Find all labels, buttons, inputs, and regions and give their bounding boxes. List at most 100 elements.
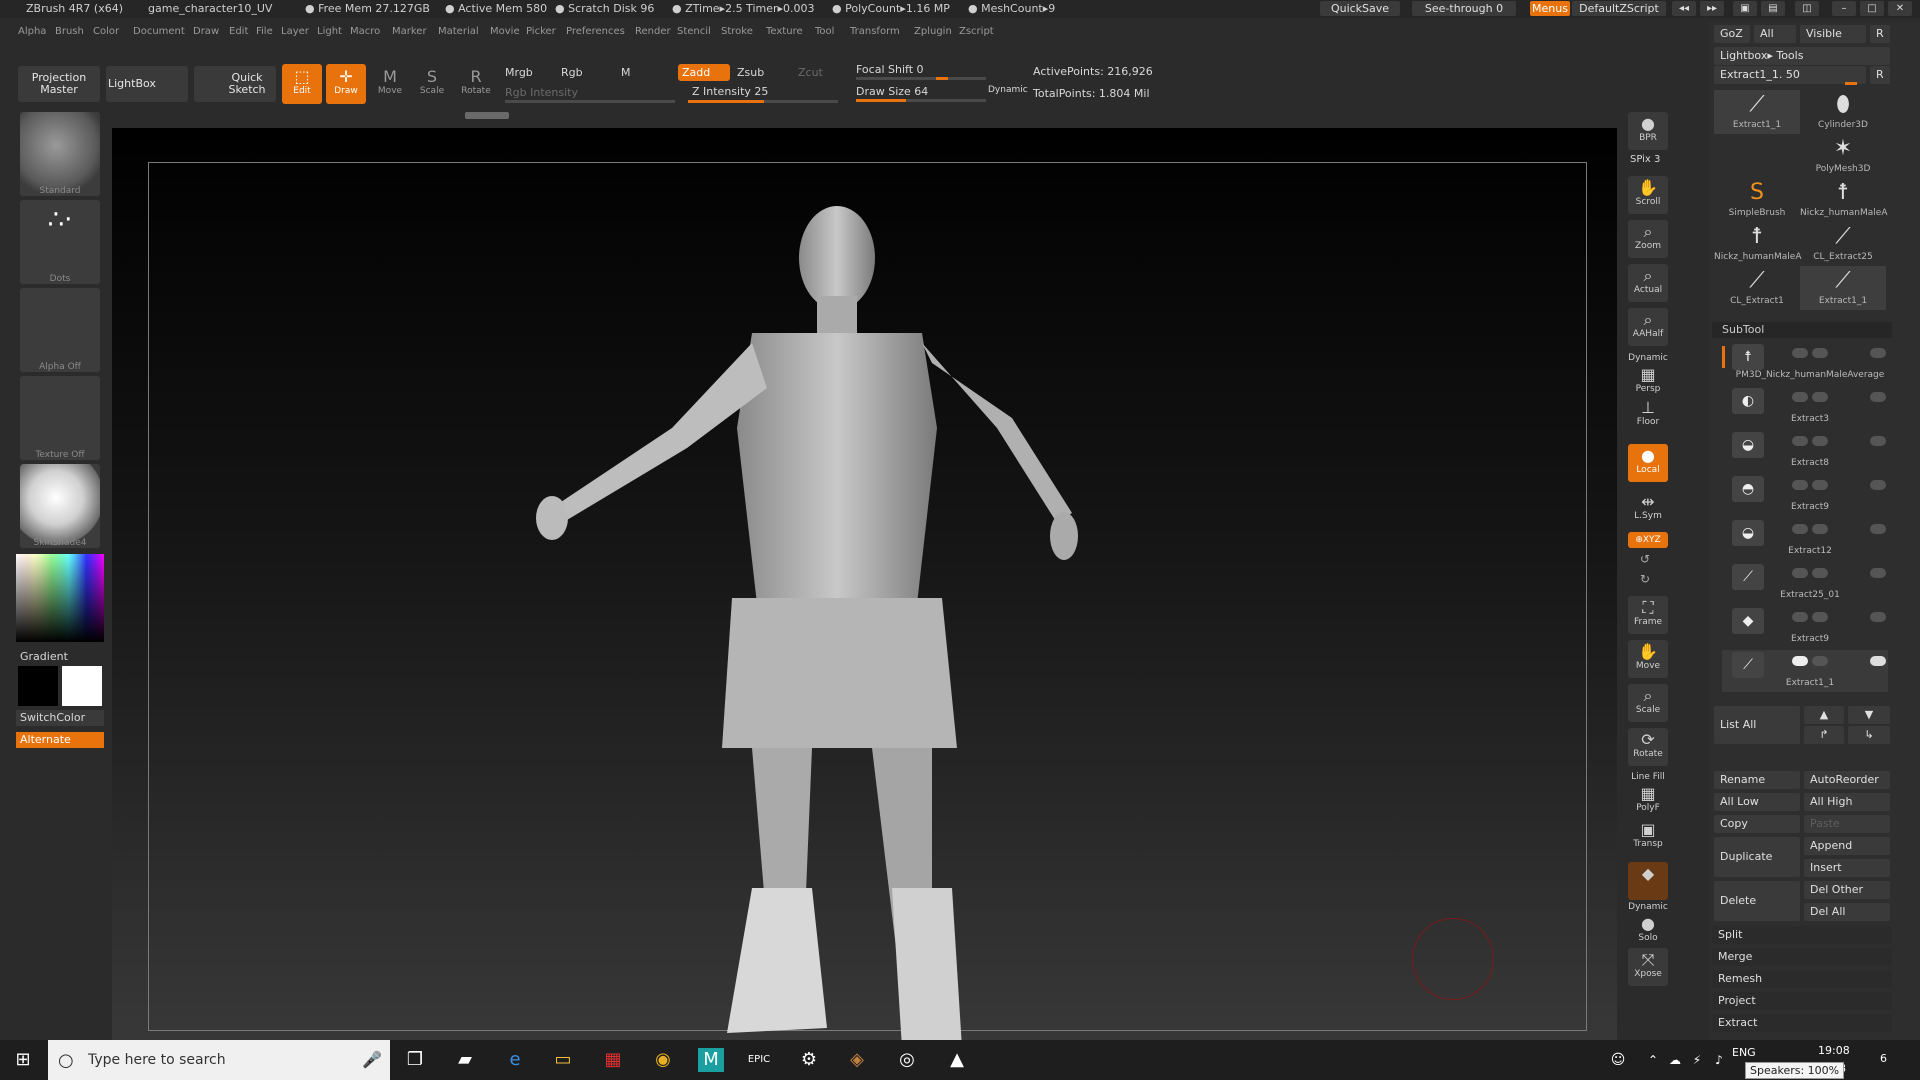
horizontal-scrollbar[interactable]: [112, 110, 1617, 122]
menu-tool[interactable]: Tool: [815, 26, 834, 37]
people-icon[interactable]: ☺: [1605, 1048, 1631, 1072]
insert-button[interactable]: Insert: [1804, 859, 1890, 877]
rotate-view-button[interactable]: ⟳ Rotate: [1628, 728, 1668, 766]
actual-button[interactable]: ⌕ Actual: [1628, 264, 1668, 302]
tool-nickz-humanmale-1[interactable]: ☨ Nickz_humanMaleA: [1800, 178, 1888, 222]
delete-button[interactable]: Delete: [1714, 881, 1800, 921]
subtool-toggles[interactable]: [1792, 348, 1888, 358]
menu-alpha[interactable]: Alpha: [18, 26, 46, 37]
taskbar-search[interactable]: ○ Type here to search 🎤: [48, 1040, 390, 1080]
move-view-button[interactable]: ✋ Move: [1628, 640, 1668, 678]
tool-cl-extract25[interactable]: ⟋ CL_Extract25: [1800, 222, 1886, 266]
project-section[interactable]: Project: [1712, 992, 1892, 1010]
paste-button[interactable]: Paste: [1804, 815, 1890, 833]
sticky-notes-icon[interactable]: ▰: [452, 1048, 478, 1072]
xpose-button[interactable]: ⤧ Xpose: [1628, 948, 1668, 986]
move-top-icon[interactable]: ↱: [1804, 726, 1844, 744]
menu-draw[interactable]: Draw: [193, 26, 219, 37]
ghost-button[interactable]: ◆: [1628, 862, 1668, 900]
layout-next-icon[interactable]: ▸▸: [1700, 1, 1724, 16]
scrollbar-thumb[interactable]: [465, 112, 509, 119]
menu-layer[interactable]: Layer: [281, 26, 309, 37]
windows-start-icon[interactable]: ⊞: [10, 1048, 36, 1072]
bpr-button[interactable]: ● BPR: [1628, 112, 1668, 150]
rgb-button[interactable]: Rgb: [561, 66, 583, 79]
see-through-slider[interactable]: See-through 0: [1412, 1, 1516, 16]
dynamic-button[interactable]: Dynamic: [988, 85, 1028, 95]
move-up-icon[interactable]: ▲: [1804, 706, 1844, 724]
all-low-button[interactable]: All Low: [1714, 793, 1800, 811]
z-intensity-track[interactable]: [688, 100, 838, 103]
alpha-thumbnail[interactable]: [20, 288, 100, 372]
photos-icon[interactable]: ▲: [944, 1048, 970, 1072]
rgb-intensity-slider[interactable]: Rgb Intensity: [505, 86, 578, 99]
goz-button[interactable]: GoZ: [1714, 25, 1750, 43]
focal-shift-slider[interactable]: Focal Shift 0: [856, 63, 924, 76]
epic-games-icon[interactable]: EPIC: [746, 1048, 772, 1072]
menu-zscript[interactable]: Zscript: [959, 26, 994, 37]
draw-size-track[interactable]: [856, 99, 986, 102]
window-tile-icon[interactable]: ▤: [1761, 1, 1785, 16]
rotate-button[interactable]: R Rotate: [456, 64, 496, 104]
edit-button[interactable]: ⬚ Edit: [282, 64, 322, 104]
spix-slider[interactable]: SPix 3: [1630, 154, 1660, 165]
alternate-button[interactable]: Alternate: [16, 732, 104, 748]
tool-extract1-1-b[interactable]: ⟋ Extract1_1: [1800, 266, 1886, 310]
goz-r-button[interactable]: R: [1870, 25, 1890, 43]
gift-app-icon[interactable]: ▦: [600, 1048, 626, 1072]
menu-color[interactable]: Color: [93, 26, 119, 37]
goz-all-button[interactable]: All: [1754, 25, 1796, 43]
rotate-y-icon[interactable]: ↺: [1640, 552, 1650, 566]
menu-stencil[interactable]: Stencil: [677, 26, 711, 37]
projection-master-button[interactable]: Projection Master: [18, 66, 100, 102]
texture-thumbnail[interactable]: [20, 376, 100, 460]
brush-thumbnail[interactable]: [20, 112, 100, 196]
del-all-button[interactable]: Del All: [1804, 903, 1890, 921]
transp-button[interactable]: ▣ Transp: [1628, 818, 1668, 856]
xyz-button[interactable]: ⊕XYZ: [1628, 532, 1668, 548]
autoreorder-button[interactable]: AutoReorder: [1804, 771, 1890, 789]
subtool-toggles[interactable]: [1792, 392, 1888, 402]
menu-transform[interactable]: Transform: [850, 26, 900, 37]
focal-shift-track[interactable]: [856, 77, 986, 80]
chrome-icon[interactable]: ◉: [650, 1048, 676, 1072]
maximize-icon[interactable]: □: [1860, 1, 1884, 16]
aahalf-button[interactable]: ⌕ AAHalf: [1628, 308, 1668, 346]
extract-section[interactable]: Extract: [1712, 1014, 1892, 1032]
rotate-z-icon[interactable]: ↻: [1640, 572, 1650, 586]
mrgb-button[interactable]: Mrgb: [505, 66, 533, 79]
local-button[interactable]: ● Local: [1628, 444, 1668, 482]
subtool-row-extract9-b[interactable]: ◆ Extract9: [1722, 606, 1888, 648]
material-thumbnail[interactable]: [20, 464, 100, 548]
menu-edit[interactable]: Edit: [229, 26, 248, 37]
copy-button[interactable]: Copy: [1714, 815, 1800, 833]
tool-r-button[interactable]: R: [1870, 66, 1890, 84]
m-button[interactable]: M: [621, 66, 631, 79]
menu-material[interactable]: Material: [438, 26, 479, 37]
z-intensity-slider[interactable]: Z Intensity 25: [692, 85, 768, 98]
menu-brush[interactable]: Brush: [55, 26, 84, 37]
file-explorer-icon[interactable]: ▭: [550, 1048, 576, 1072]
subtool-toggles[interactable]: [1792, 612, 1888, 622]
list-all-button[interactable]: List All: [1714, 706, 1800, 744]
maya-icon[interactable]: M: [698, 1048, 724, 1072]
menu-preferences[interactable]: Preferences: [566, 26, 625, 37]
menu-marker[interactable]: Marker: [392, 26, 427, 37]
clock-time[interactable]: 19:08: [1818, 1044, 1850, 1057]
color-picker[interactable]: [16, 554, 104, 642]
subtool-header[interactable]: SubTool: [1712, 322, 1892, 338]
edge-browser-icon[interactable]: e: [502, 1048, 528, 1072]
scroll-button[interactable]: ✋ Scroll: [1628, 176, 1668, 214]
merge-section[interactable]: Merge: [1712, 948, 1892, 966]
persp-button[interactable]: Dynamic ▦ Persp: [1628, 352, 1668, 394]
menu-movie[interactable]: Movie: [490, 26, 520, 37]
quicksave-button[interactable]: QuickSave: [1320, 1, 1400, 16]
menu-light[interactable]: Light: [317, 26, 342, 37]
subtool-toggles[interactable]: [1792, 524, 1888, 534]
subtool-row-extract25-01[interactable]: ⟋ Extract25_01: [1722, 562, 1888, 604]
goz-visible-button[interactable]: Visible: [1800, 25, 1866, 43]
subtool-row-extract12[interactable]: ◒ Extract12: [1722, 518, 1888, 560]
menu-picker[interactable]: Picker: [526, 26, 556, 37]
scale-view-button[interactable]: ⌕ Scale: [1628, 684, 1668, 722]
duplicate-button[interactable]: Duplicate: [1714, 837, 1800, 877]
